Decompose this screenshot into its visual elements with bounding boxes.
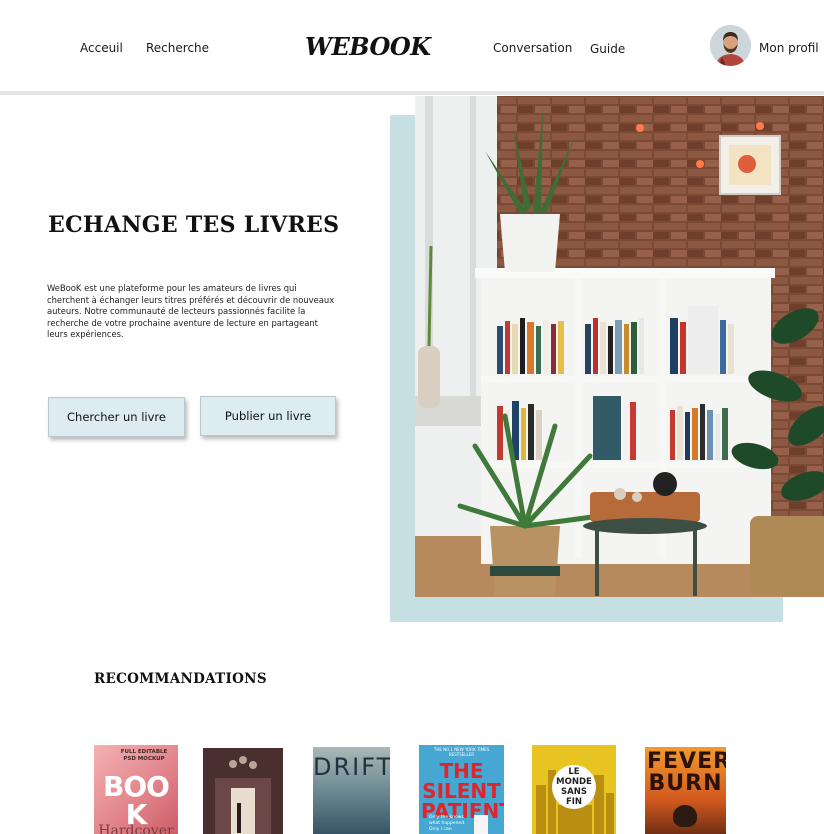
book-card[interactable]: FEVER BURN: [645, 747, 726, 834]
book-card[interactable]: LE MONDE SANS FIN: [532, 745, 616, 834]
avatar-image: [710, 25, 751, 66]
skull-icon: [673, 805, 697, 827]
bookshelf-illustration: [415, 96, 824, 597]
top-navigation: Acceuil Recherche WEBOOK Conversation Gu…: [0, 0, 824, 92]
nav-conversation-link[interactable]: Conversation: [493, 41, 572, 55]
nav-search-link[interactable]: Recherche: [146, 41, 209, 55]
book-card[interactable]: DRIFT: [313, 747, 390, 834]
nav-guide-link[interactable]: Guide: [590, 42, 625, 56]
hero-description: WeBooK est une plateforme pour les amate…: [47, 283, 335, 340]
nav-home-link[interactable]: Acceuil: [80, 41, 123, 55]
book-card[interactable]: THE NO.1 NEW YORK TIMES BESTSELLER THE S…: [419, 745, 504, 834]
book-cover-subtitle: Hardcover: [98, 823, 174, 834]
publish-book-button[interactable]: Publier un livre: [200, 396, 336, 436]
book-cover-title: FEVER BURN: [647, 749, 726, 796]
book-cover-title: BOOK: [103, 770, 170, 831]
book-cover-tagline: THE NO.1 NEW YORK TIMES BESTSELLER: [433, 747, 490, 757]
book-cover-subtitle: Only the knows what happened. Only I can: [429, 815, 466, 832]
header-divider: [0, 91, 824, 95]
profile-avatar[interactable]: [710, 25, 751, 66]
book-card[interactable]: [203, 748, 283, 834]
book-cover-title: THE SILENT PATIENT: [421, 759, 504, 823]
hero-title: ECHANGE TES LIVRES: [48, 212, 340, 238]
book-cover-tagline: FULL EDITABLE PSD MOCKUP: [120, 749, 168, 762]
book-cover-title: DRIFT: [313, 753, 390, 781]
nav-profile-link[interactable]: Mon profil: [759, 41, 819, 55]
book-cover-figure: [474, 815, 488, 834]
webook-logo[interactable]: WEBOOK: [305, 32, 431, 61]
book-card[interactable]: FULL EDITABLE PSD MOCKUP BOOK Hardcover: [94, 745, 178, 834]
book-cover-title: LE MONDE SANS FIN: [556, 767, 592, 807]
book-cover-art: [203, 748, 283, 834]
hero-bookshelf-image: [415, 96, 824, 597]
search-book-button[interactable]: Chercher un livre: [48, 397, 185, 437]
recommendations-title: RECOMMANDATIONS: [94, 671, 267, 687]
